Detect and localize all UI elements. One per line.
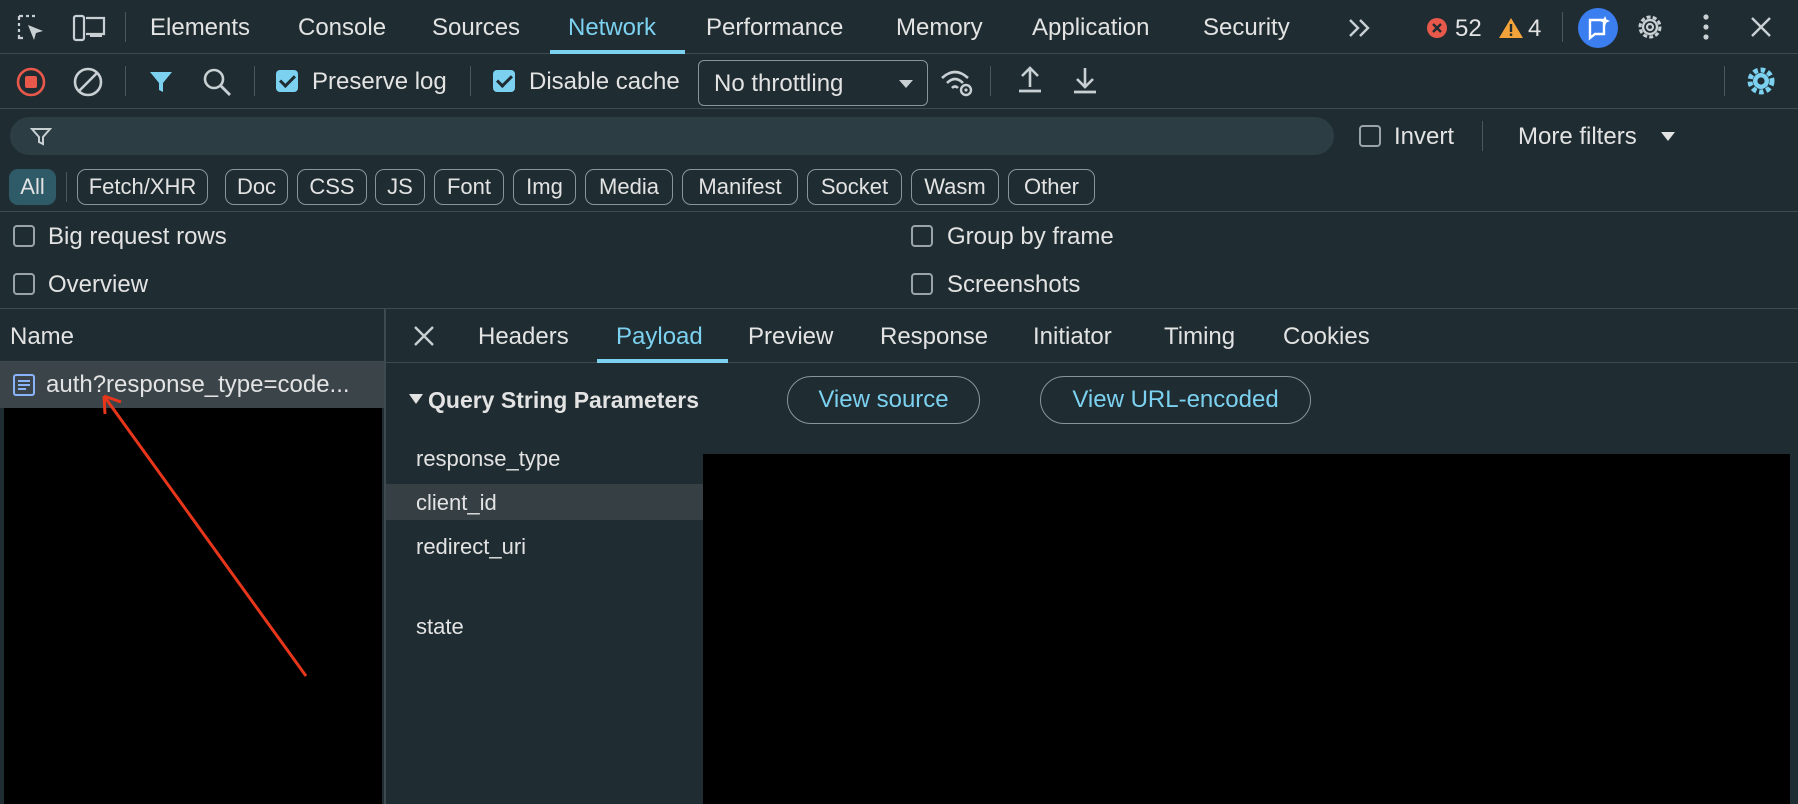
throttling-select[interactable]: No throttling (698, 60, 928, 106)
group-by-frame-checkbox[interactable] (911, 225, 933, 247)
tab-response[interactable]: Response (880, 323, 988, 351)
close-details-icon[interactable] (413, 325, 435, 347)
divider (0, 211, 1798, 212)
filter-field[interactable] (10, 117, 1334, 155)
type-filter-wasm[interactable]: Wasm (911, 169, 999, 205)
view-url-encoded-button[interactable]: View URL-encoded (1040, 376, 1311, 424)
annotation-arrow-icon (96, 392, 312, 682)
separator (990, 66, 991, 96)
separator (66, 172, 67, 202)
type-filter-img[interactable]: Img (513, 169, 576, 205)
type-filter-all[interactable]: All (9, 169, 56, 205)
type-filter-js[interactable]: JS (375, 169, 425, 205)
record-stop-icon[interactable] (16, 67, 46, 97)
separator (125, 12, 126, 42)
warning-count[interactable]: 4 (1528, 15, 1541, 43)
warning-icon[interactable] (1498, 16, 1524, 40)
param-key-response-type: response_type (416, 446, 561, 471)
search-icon[interactable] (202, 67, 232, 97)
export-har-icon[interactable] (1071, 65, 1099, 97)
filter-input[interactable] (62, 117, 1322, 155)
network-conditions-icon[interactable] (940, 68, 974, 98)
tab-performance[interactable]: Performance (706, 14, 843, 42)
network-settings-gear-icon[interactable] (1744, 64, 1778, 98)
tab-preview[interactable]: Preview (748, 323, 833, 351)
tab-headers[interactable]: Headers (478, 323, 569, 351)
active-detail-tab-indicator (597, 359, 728, 363)
big-request-rows-checkbox[interactable] (13, 225, 35, 247)
section-collapse-icon[interactable] (408, 393, 424, 405)
inspect-element-icon[interactable] (16, 13, 46, 43)
more-filters-button[interactable]: More filters (1518, 123, 1637, 151)
separator (1724, 66, 1725, 96)
separator (254, 66, 255, 96)
name-header-label: Name (10, 323, 75, 350)
separator (1562, 12, 1563, 42)
param-key-client-id: client_id (416, 490, 497, 515)
preserve-log-checkbox[interactable] (276, 70, 298, 92)
more-options-icon[interactable] (1700, 13, 1712, 41)
tab-elements[interactable]: Elements (150, 14, 250, 42)
throttling-value: No throttling (714, 70, 844, 97)
tab-initiator[interactable]: Initiator (1033, 323, 1112, 351)
type-filter-doc[interactable]: Doc (225, 169, 288, 205)
tab-console[interactable]: Console (298, 14, 386, 42)
separator (1482, 121, 1483, 151)
tab-application[interactable]: Application (1032, 14, 1149, 42)
tab-security[interactable]: Security (1203, 14, 1290, 42)
settings-gear-icon[interactable] (1634, 11, 1666, 43)
overview-checkbox[interactable] (13, 273, 35, 295)
tab-cookies[interactable]: Cookies (1283, 323, 1370, 351)
disable-cache-checkbox[interactable] (493, 70, 515, 92)
error-icon[interactable] (1426, 17, 1448, 39)
ai-assistance-icon[interactable] (1578, 8, 1618, 48)
more-tabs-icon[interactable] (1346, 16, 1374, 40)
name-column-header[interactable]: Name (0, 309, 385, 362)
type-filter-other[interactable]: Other (1008, 169, 1095, 205)
screenshots-checkbox[interactable] (911, 273, 933, 295)
devtools-main-tabbar: Elements Console Sources Network Perform… (0, 0, 1798, 54)
network-toolbar: Preserve log Disable cache No throttling (0, 54, 1798, 109)
param-key-state: state (416, 614, 464, 639)
more-filters-dropdown-icon[interactable] (1660, 131, 1676, 142)
filter-icon[interactable] (148, 69, 174, 95)
clear-icon[interactable] (73, 67, 103, 97)
tab-timing[interactable]: Timing (1164, 323, 1235, 351)
type-filter-fetch-xhr[interactable]: Fetch/XHR (77, 169, 208, 205)
document-icon (12, 373, 36, 397)
type-filter-css[interactable]: CSS (297, 169, 367, 205)
screenshots-label[interactable]: Screenshots (947, 271, 1080, 299)
param-key-redirect-uri: redirect_uri (416, 534, 527, 559)
group-by-frame-label[interactable]: Group by frame (947, 223, 1114, 251)
view-source-button[interactable]: View source (787, 376, 980, 424)
overview-label[interactable]: Overview (48, 271, 148, 299)
filter-funnel-icon (30, 127, 52, 147)
tab-payload[interactable]: Payload (616, 323, 703, 351)
tab-memory[interactable]: Memory (896, 14, 983, 42)
redacted-region (703, 454, 1790, 804)
invert-checkbox[interactable] (1359, 125, 1381, 147)
type-filter-socket[interactable]: Socket (807, 169, 902, 205)
close-devtools-icon[interactable] (1749, 15, 1773, 39)
device-toolbar-icon[interactable] (72, 14, 106, 42)
preserve-log-label[interactable]: Preserve log (312, 68, 447, 96)
separator (470, 66, 471, 96)
tab-network[interactable]: Network (568, 14, 656, 42)
query-string-section-title[interactable]: Query String Parameters (428, 387, 699, 414)
type-filter-manifest[interactable]: Manifest (682, 169, 798, 205)
big-request-rows-label[interactable]: Big request rows (48, 223, 227, 251)
invert-label[interactable]: Invert (1394, 123, 1454, 151)
type-filter-media[interactable]: Media (585, 169, 673, 205)
disable-cache-label[interactable]: Disable cache (529, 68, 680, 96)
error-count[interactable]: 52 (1455, 15, 1482, 43)
type-filter-font[interactable]: Font (434, 169, 504, 205)
import-har-icon[interactable] (1016, 65, 1044, 97)
tab-sources[interactable]: Sources (432, 14, 520, 42)
dropdown-arrow-icon (898, 79, 914, 89)
details-tabbar: Headers Payload Preview Response Initiat… (386, 309, 1798, 363)
separator (125, 66, 126, 96)
